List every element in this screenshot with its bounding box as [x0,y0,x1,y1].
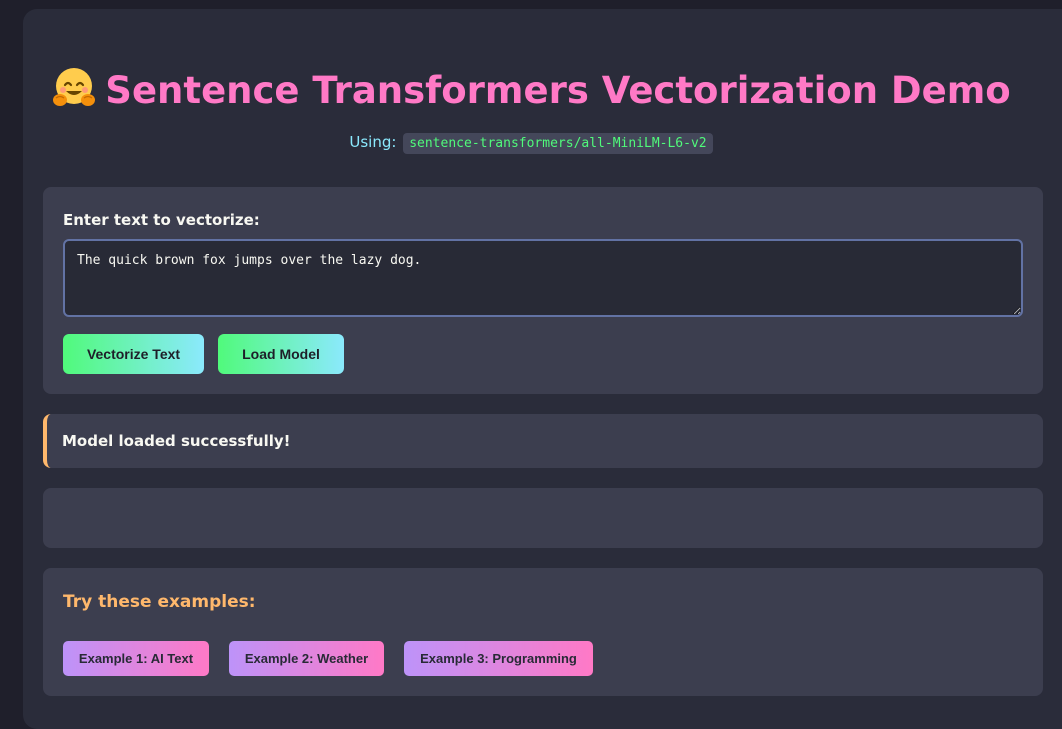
example-1-button[interactable]: Example 1: AI Text [63,641,209,676]
model-name: sentence-transformers/all-MiniLM-L6-v2 [403,133,713,154]
result-panel [43,488,1043,548]
examples-panel: Try these examples: Example 1: AI Text E… [43,568,1043,696]
model-info: Using: sentence-transformers/all-MiniLM-… [0,133,1062,154]
example-3-button[interactable]: Example 3: Programming [404,641,593,676]
hugging-face-emoji-icon [53,68,96,106]
vectorize-button[interactable]: Vectorize Text [63,334,204,374]
text-input[interactable] [63,239,1023,317]
input-panel: Enter text to vectorize: Vectorize Text … [43,187,1043,394]
status-message: Model loaded successfully! [62,432,291,450]
load-model-button[interactable]: Load Model [218,334,344,374]
example-2-button[interactable]: Example 2: Weather [229,641,384,676]
page-title: Sentence Transformers Vectorization Demo [0,65,1062,112]
examples-title: Try these examples: [63,592,256,612]
using-label: Using: [349,133,397,151]
text-input-label: Enter text to vectorize: [63,211,260,229]
page-title-text: Sentence Transformers Vectorization Demo [105,69,1011,112]
status-panel: Model loaded successfully! [43,414,1043,468]
